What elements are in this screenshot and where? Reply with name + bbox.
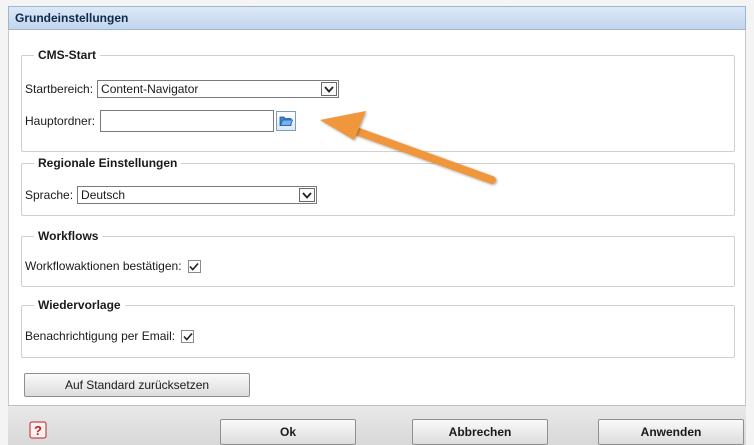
workflow-confirm-checkbox[interactable] bbox=[187, 259, 201, 273]
folder-open-icon[interactable] bbox=[276, 111, 297, 131]
email-notification-label: Benachrichtigung per Email: bbox=[25, 329, 176, 343]
group-cms-start-legend: CMS-Start bbox=[38, 48, 97, 62]
startbereich-select[interactable]: Content-Navigator bbox=[97, 80, 340, 98]
hauptordner-label: Hauptordner: bbox=[25, 114, 96, 128]
workflow-confirm-label: Workflowaktionen bestätigen: bbox=[25, 259, 182, 273]
dialog-title: Grundeinstellungen bbox=[15, 11, 129, 25]
row-hauptordner: Hauptordner: bbox=[25, 110, 297, 132]
checkmark-icon bbox=[183, 332, 193, 341]
hauptordner-input[interactable] bbox=[100, 110, 275, 132]
checkmark-icon bbox=[189, 262, 199, 271]
ok-button[interactable]: Ok bbox=[220, 419, 356, 445]
group-cms-start: CMS-Start bbox=[21, 48, 735, 152]
cancel-button[interactable]: Abbrechen bbox=[412, 419, 548, 445]
group-wiedervorlage: Wiedervorlage bbox=[21, 298, 735, 358]
sprache-select[interactable]: Deutsch bbox=[77, 186, 318, 204]
email-notification-checkbox[interactable] bbox=[181, 329, 195, 343]
group-regional-legend: Regionale Einstellungen bbox=[38, 156, 178, 170]
help-question-icon[interactable]: ? bbox=[28, 421, 48, 439]
startbereich-value: Content-Navigator bbox=[101, 82, 199, 96]
group-workflows: Workflows bbox=[21, 229, 735, 287]
dialog-footer: ? Ok Abbrechen Anwenden bbox=[8, 405, 746, 445]
group-wiedervorlage-legend: Wiedervorlage bbox=[38, 298, 121, 312]
sprache-value: Deutsch bbox=[81, 188, 126, 202]
apply-button[interactable]: Anwenden bbox=[598, 419, 744, 445]
startbereich-label: Startbereich: bbox=[25, 82, 94, 96]
reset-defaults-button[interactable]: Auf Standard zurücksetzen bbox=[24, 373, 250, 397]
chevron-down-icon[interactable] bbox=[321, 82, 338, 96]
dialog-title-bar: Grundeinstellungen bbox=[8, 6, 746, 30]
settings-dialog: Grundeinstellungen CMS-Start Startbereic… bbox=[0, 0, 754, 445]
sprache-label: Sprache: bbox=[25, 188, 74, 202]
group-workflows-legend: Workflows bbox=[38, 229, 99, 243]
chevron-down-icon[interactable] bbox=[299, 188, 316, 202]
row-email-notification: Benachrichtigung per Email: bbox=[25, 329, 195, 343]
row-workflow-confirm: Workflowaktionen bestätigen: bbox=[25, 259, 201, 273]
dialog-content: CMS-Start Startbereich: Content-Navigato… bbox=[8, 30, 746, 405]
row-startbereich: Startbereich: Content-Navigator bbox=[25, 80, 340, 98]
svg-text:?: ? bbox=[34, 423, 42, 438]
row-sprache: Sprache: Deutsch bbox=[25, 186, 318, 204]
